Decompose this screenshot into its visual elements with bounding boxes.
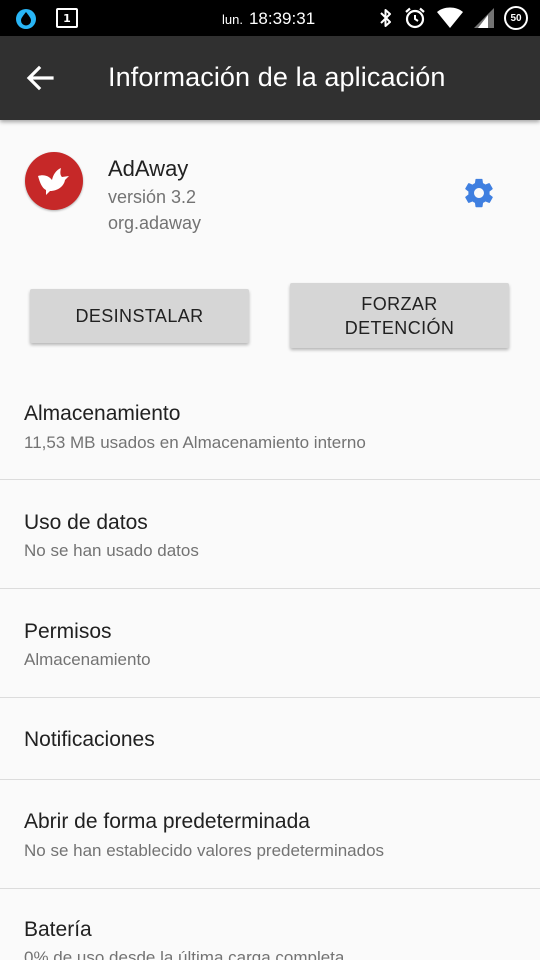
app-package: org.adaway bbox=[108, 213, 202, 233]
app-version: versión 3.2 bbox=[108, 187, 197, 207]
list-item-battery[interactable]: Batería 0% de uso desde la última carga … bbox=[0, 889, 540, 960]
app-bar: Información de la aplicación bbox=[0, 36, 540, 120]
notification-count-badge: 1 bbox=[56, 8, 78, 28]
uninstall-button[interactable]: DESINSTALAR bbox=[30, 289, 249, 343]
list-item-data-usage[interactable]: Uso de datos No se han usado datos bbox=[0, 480, 540, 589]
list-item-subtitle: Almacenamiento bbox=[24, 650, 151, 669]
settings-list: Almacenamiento 11,53 MB usados en Almace… bbox=[0, 370, 540, 960]
list-item-subtitle: No se han usado datos bbox=[24, 541, 199, 560]
list-item-title: Abrir de forma predeterminada bbox=[24, 810, 310, 833]
alarm-icon bbox=[405, 7, 425, 29]
app-icon bbox=[25, 152, 83, 210]
dove-icon bbox=[38, 168, 69, 195]
list-item-subtitle: 11,53 MB usados en Almacenamiento intern… bbox=[24, 433, 366, 452]
wifi-icon bbox=[437, 7, 463, 28]
bluetooth-icon bbox=[380, 9, 391, 27]
status-bar: 1 lun. 18:39:31 50 bbox=[0, 0, 540, 36]
list-item-title: Almacenamiento bbox=[24, 402, 181, 425]
status-time: 18:39:31 bbox=[248, 9, 316, 28]
list-item-subtitle: No se han establecido valores predetermi… bbox=[24, 841, 385, 860]
app-name: AdAway bbox=[108, 156, 189, 181]
status-day: lun. bbox=[222, 12, 243, 27]
list-item-notifications[interactable]: Notificaciones bbox=[0, 698, 540, 780]
list-item-title: Permisos bbox=[24, 620, 112, 643]
list-item-title: Uso de datos bbox=[24, 511, 148, 534]
uninstall-button-label: DESINSTALAR bbox=[75, 306, 204, 326]
drop-icon bbox=[16, 9, 36, 29]
battery-icon: 50 bbox=[504, 6, 528, 30]
app-header: AdAway versión 3.2 org.adaway bbox=[0, 120, 540, 270]
list-item-title: Notificaciones bbox=[24, 728, 155, 751]
force-stop-button[interactable]: FORZAR DETENCIÓN bbox=[290, 283, 509, 348]
force-stop-button-label: FORZAR DETENCIÓN bbox=[344, 293, 455, 338]
status-clock: lun. 18:39:31 bbox=[222, 9, 315, 29]
list-item-subtitle: 0% de uso desde la última carga completa bbox=[24, 948, 345, 960]
signal-icon bbox=[474, 8, 494, 28]
list-item-permissions[interactable]: Permisos Almacenamiento bbox=[0, 589, 540, 698]
gear-icon[interactable] bbox=[462, 176, 496, 210]
list-item-title: Batería bbox=[24, 918, 92, 941]
list-item-open-by-default[interactable]: Abrir de forma predeterminada No se han … bbox=[0, 780, 540, 889]
back-arrow-icon[interactable] bbox=[22, 60, 58, 96]
page-title: Información de la aplicación bbox=[108, 62, 446, 92]
list-item-storage[interactable]: Almacenamiento 11,53 MB usados en Almace… bbox=[0, 370, 540, 480]
